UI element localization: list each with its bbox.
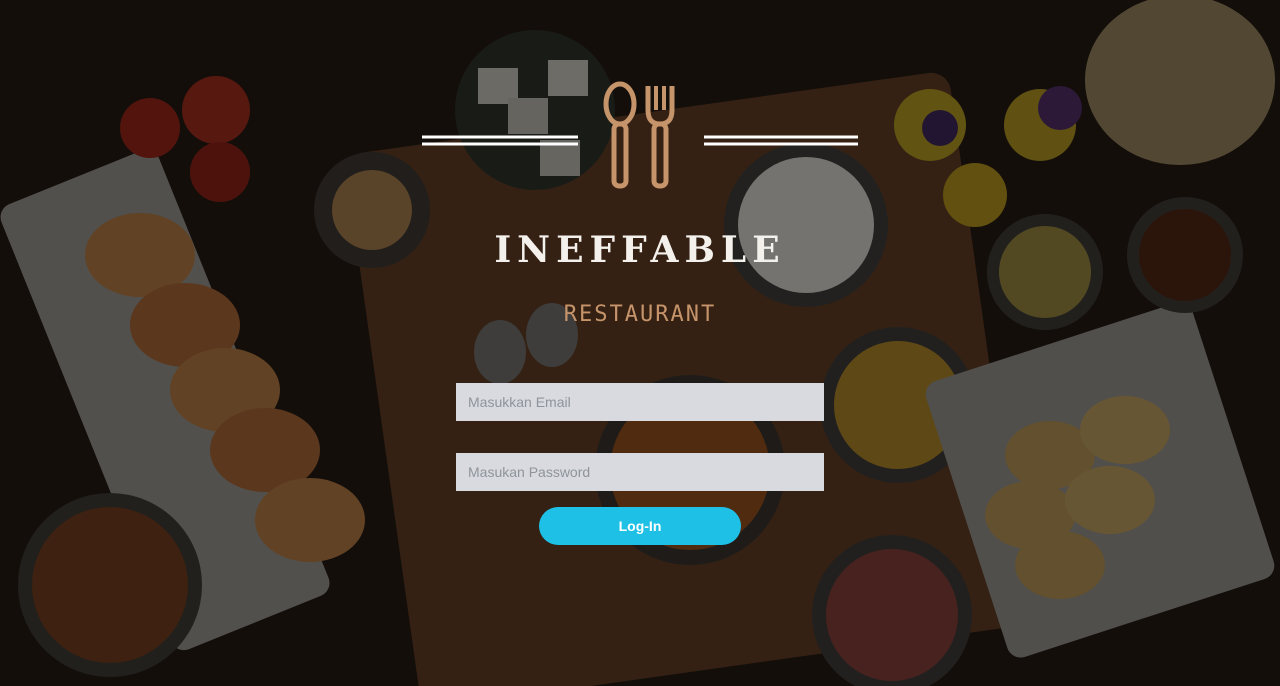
restaurant-logo: INEFFABLE RESTAURANT [420,80,860,340]
brand-subtitle: RESTAURANT [563,302,717,327]
email-field[interactable] [456,383,824,421]
login-page: INEFFABLE RESTAURANT Log-In [0,0,1280,686]
password-field[interactable] [456,453,824,491]
spoon-fork-icon [422,81,858,189]
login-form: Log-In [456,383,824,553]
login-button[interactable]: Log-In [539,507,741,545]
brand-name: INEFFABLE [494,229,786,271]
